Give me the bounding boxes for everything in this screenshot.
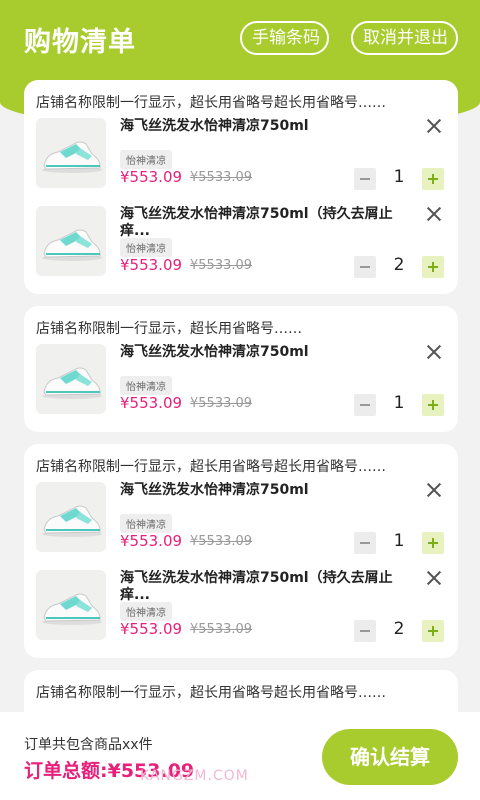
variant-tag: 怡神清凉 [120,238,172,257]
header: 购物清单 手输条码 取消并退出 [0,0,480,80]
plus-icon[interactable] [422,620,444,642]
shoe-icon [42,593,102,625]
quantity-value: 1 [393,531,405,551]
close-icon[interactable] [424,204,444,224]
cart-list: 店铺名称限制一行显示，超长用省略号超长用省略号…… 海飞丝洗发水怡神清凉750m… [24,80,458,742]
shoe-icon [42,505,102,537]
product-image[interactable] [36,118,106,188]
close-icon[interactable] [424,342,444,362]
product-price: ¥553.09 [120,168,183,186]
page-title: 购物清单 [24,27,136,58]
watermark: KANGZM.COM [140,768,249,784]
variant-tag: 怡神清凉 [120,150,172,169]
product-title: 海飞丝洗发水怡神清凉750ml [120,482,309,498]
product-title: 海飞丝洗发水怡神清凉750ml（持久去屑止痒... [120,206,393,239]
cart-item: 海飞丝洗发水怡神清凉750ml 怡神清凉 ¥553.09 ¥5533.09 1 [24,116,458,204]
shoe-icon [42,141,102,173]
minus-icon[interactable] [354,256,376,278]
product-price: ¥553.09 [120,532,183,550]
product-title: 海飞丝洗发水怡神清凉750ml [120,118,309,134]
shop-card: 店铺名称限制一行显示，超长用省略号超长用省略号…… 海飞丝洗发水怡神清凉750m… [24,444,458,658]
product-price: ¥553.09 [120,620,183,638]
shop-name: 店铺名称限制一行显示，超长用省略号超长用省略号…… [36,95,386,111]
shop-card: 店铺名称限制一行显示，超长用省略号…… 海飞丝洗发水怡神清凉750ml 怡神清凉… [24,306,458,432]
quantity-value: 1 [393,167,405,187]
cart-item: 海飞丝洗发水怡神清凉750ml 怡神清凉 ¥553.09 ¥5533.09 1 [24,342,458,430]
close-icon[interactable] [424,568,444,588]
product-price: ¥553.09 [120,394,183,412]
original-price: ¥5533.09 [190,396,253,411]
shop-name: 店铺名称限制一行显示，超长用省略号超长用省略号…… [36,685,386,701]
minus-icon[interactable] [354,168,376,190]
cart-item: 海飞丝洗发水怡神清凉750ml（持久去屑止痒... 怡神清凉 ¥553.09 ¥… [24,568,458,656]
plus-icon[interactable] [422,168,444,190]
minus-icon[interactable] [354,532,376,554]
plus-icon[interactable] [422,394,444,416]
variant-tag: 怡神清凉 [120,602,172,621]
variant-tag: 怡神清凉 [120,376,172,395]
cart-item: 海飞丝洗发水怡神清凉750ml（持久去屑止痒... 怡神清凉 ¥553.09 ¥… [24,204,458,292]
minus-icon[interactable] [354,620,376,642]
shop-name: 店铺名称限制一行显示，超长用省略号超长用省略号…… [36,459,386,475]
variant-tag: 怡神清凉 [120,514,172,533]
close-icon[interactable] [424,116,444,136]
product-image[interactable] [36,570,106,640]
close-icon[interactable] [424,480,444,500]
plus-icon[interactable] [422,256,444,278]
product-title: 海飞丝洗发水怡神清凉750ml [120,344,309,360]
order-item-count: 订单共包含商品xx件 [24,737,153,753]
minus-icon[interactable] [354,394,376,416]
shop-name: 店铺名称限制一行显示，超长用省略号…… [36,321,302,337]
original-price: ¥5533.09 [190,258,253,273]
plus-icon[interactable] [422,532,444,554]
quantity-value: 2 [393,255,405,275]
original-price: ¥5533.09 [190,534,253,549]
cancel-exit-button[interactable]: 取消并退出 [351,21,458,55]
cart-item: 海飞丝洗发水怡神清凉750ml 怡神清凉 ¥553.09 ¥5533.09 1 [24,480,458,568]
shop-card: 店铺名称限制一行显示，超长用省略号超长用省略号…… 海飞丝洗发水怡神清凉750m… [24,80,458,294]
checkout-bar: 订单共包含商品xx件 订单总额:¥553.09 KANGZM.COM 确认结算 [0,712,480,800]
product-image[interactable] [36,206,106,276]
shoe-icon [42,229,102,261]
product-image[interactable] [36,482,106,552]
original-price: ¥5533.09 [190,170,253,185]
original-price: ¥5533.09 [190,622,253,637]
product-image[interactable] [36,344,106,414]
confirm-checkout-button[interactable]: 确认结算 [322,729,458,785]
quantity-value: 2 [393,619,405,639]
manual-barcode-button[interactable]: 手输条码 [240,21,329,55]
quantity-value: 1 [393,393,405,413]
product-price: ¥553.09 [120,256,183,274]
product-title: 海飞丝洗发水怡神清凉750ml（持久去屑止痒... [120,570,393,603]
shoe-icon [42,367,102,399]
